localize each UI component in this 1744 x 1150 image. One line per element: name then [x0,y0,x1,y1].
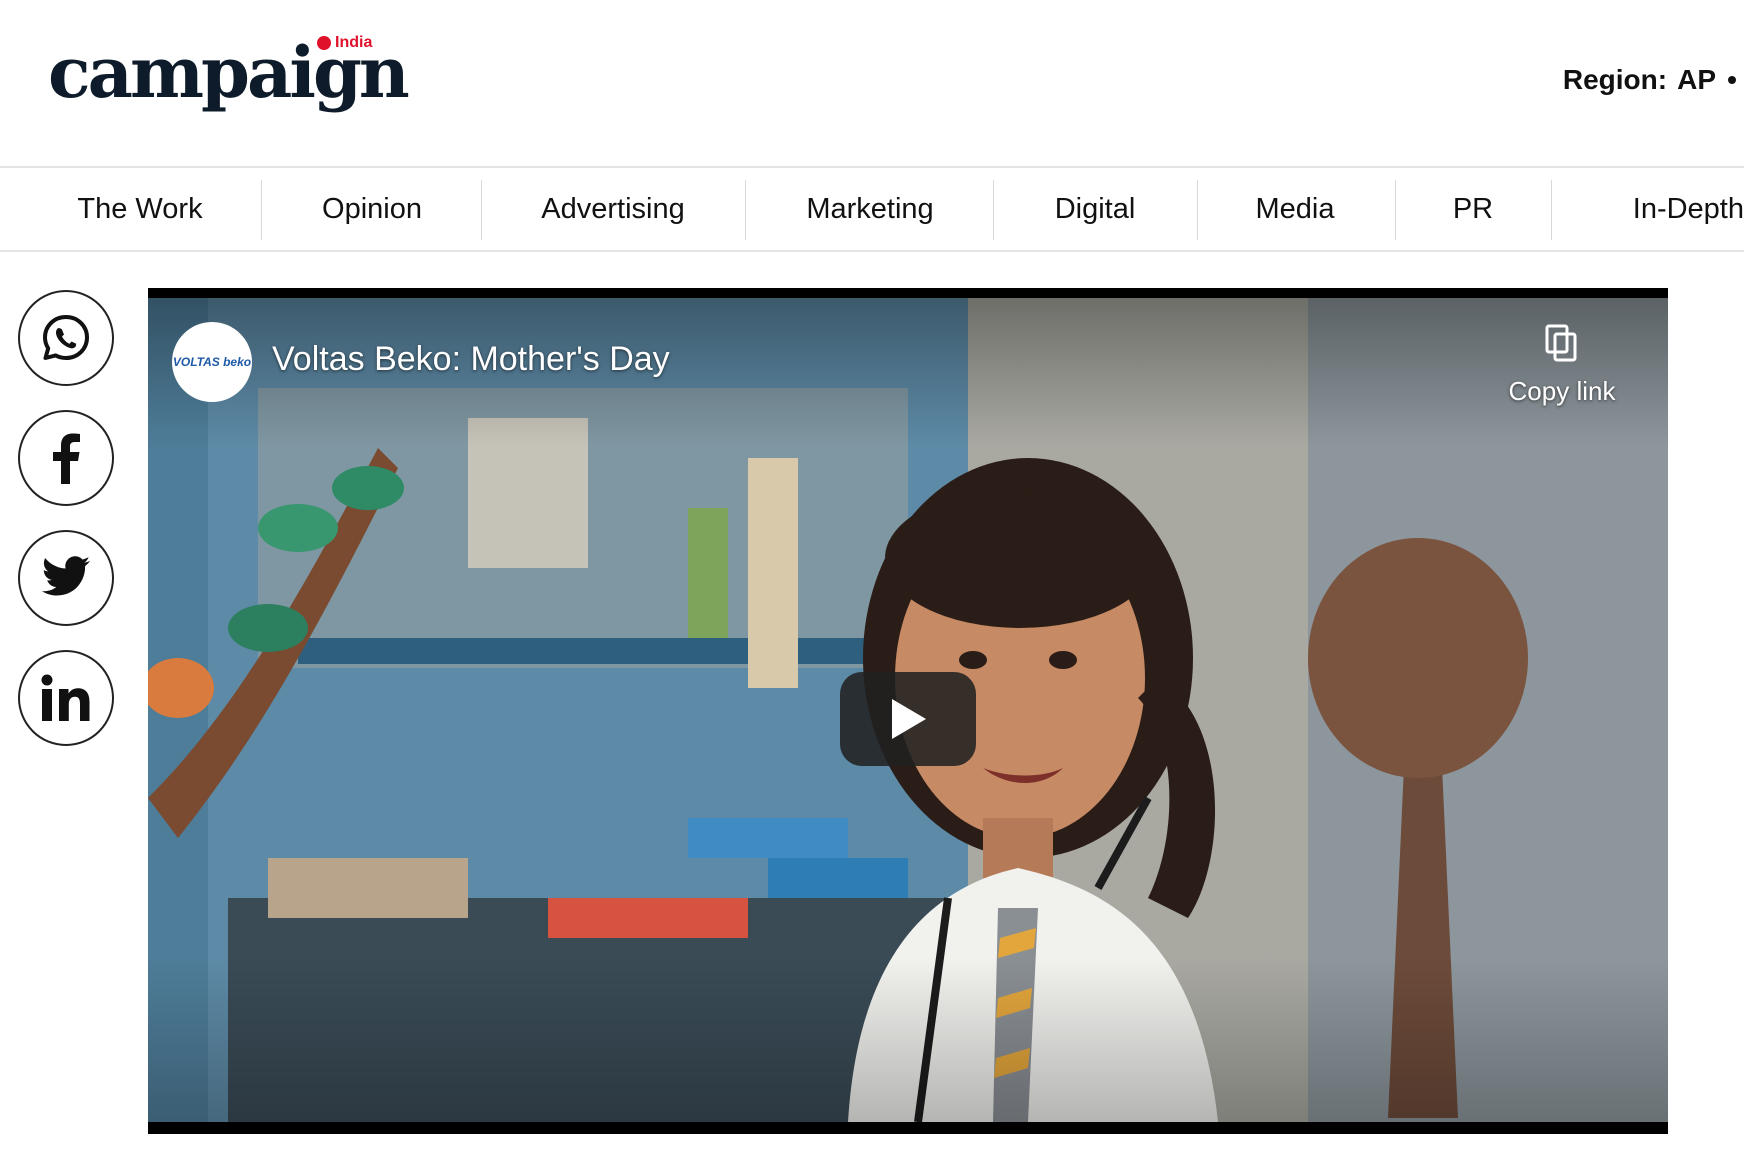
copy-link-label: Copy link [1508,376,1616,406]
nav-divider [1551,180,1552,240]
share-linkedin-button[interactable] [18,650,114,746]
region-selector[interactable]: Region: AP [1563,64,1736,96]
nav-item-the-work[interactable]: The Work [40,168,240,250]
nav-divider [481,180,482,240]
nav-divider [993,180,994,240]
video-title[interactable]: Voltas Beko: Mother's Day [272,340,670,379]
linkedin-icon [41,674,90,721]
campaign-india-logo[interactable]: campaign India [48,28,410,118]
nav-item-marketing[interactable]: Marketing [760,168,980,250]
channel-logo[interactable]: VOLTAS beko [172,322,252,402]
region-dot [1728,76,1736,84]
nav-divider [1395,180,1396,240]
play-icon [892,699,926,739]
copy-icon [1545,324,1577,362]
site-header: campaign India Region: AP [0,0,1744,166]
nav-divider [745,180,746,240]
nav-item-digital[interactable]: Digital [1010,168,1180,250]
logo-edition: India [335,34,373,51]
nav-divider [261,180,262,240]
main-nav: The Work Opinion Advertising Marketing D… [0,166,1744,252]
share-whatsapp-button[interactable] [18,290,114,386]
nav-item-advertising[interactable]: Advertising [500,168,726,250]
twitter-icon [41,556,90,596]
play-button[interactable] [840,672,976,766]
video-player[interactable]: VOLTAS beko Voltas Beko: Mother's Day Co… [148,288,1668,1134]
nav-item-opinion[interactable]: Opinion [272,168,472,250]
region-value: AP [1677,64,1716,95]
region-label: Region: [1562,64,1668,95]
share-twitter-button[interactable] [18,530,114,626]
video-thumbnail[interactable]: VOLTAS beko Voltas Beko: Mother's Day Co… [148,298,1668,1122]
nav-item-pr[interactable]: PR [1410,168,1536,250]
nav-item-media[interactable]: Media [1210,168,1380,250]
whatsapp-icon [43,315,89,360]
channel-logo-text: VOLTAS beko [172,355,252,369]
facebook-icon [53,433,80,484]
logo-dot [317,36,331,50]
share-facebook-button[interactable] [18,410,114,506]
nav-divider [1197,180,1198,240]
nav-item-in-depth[interactable]: In-Depth [1566,168,1744,250]
copy-link-button[interactable]: Copy link [1502,324,1622,414]
